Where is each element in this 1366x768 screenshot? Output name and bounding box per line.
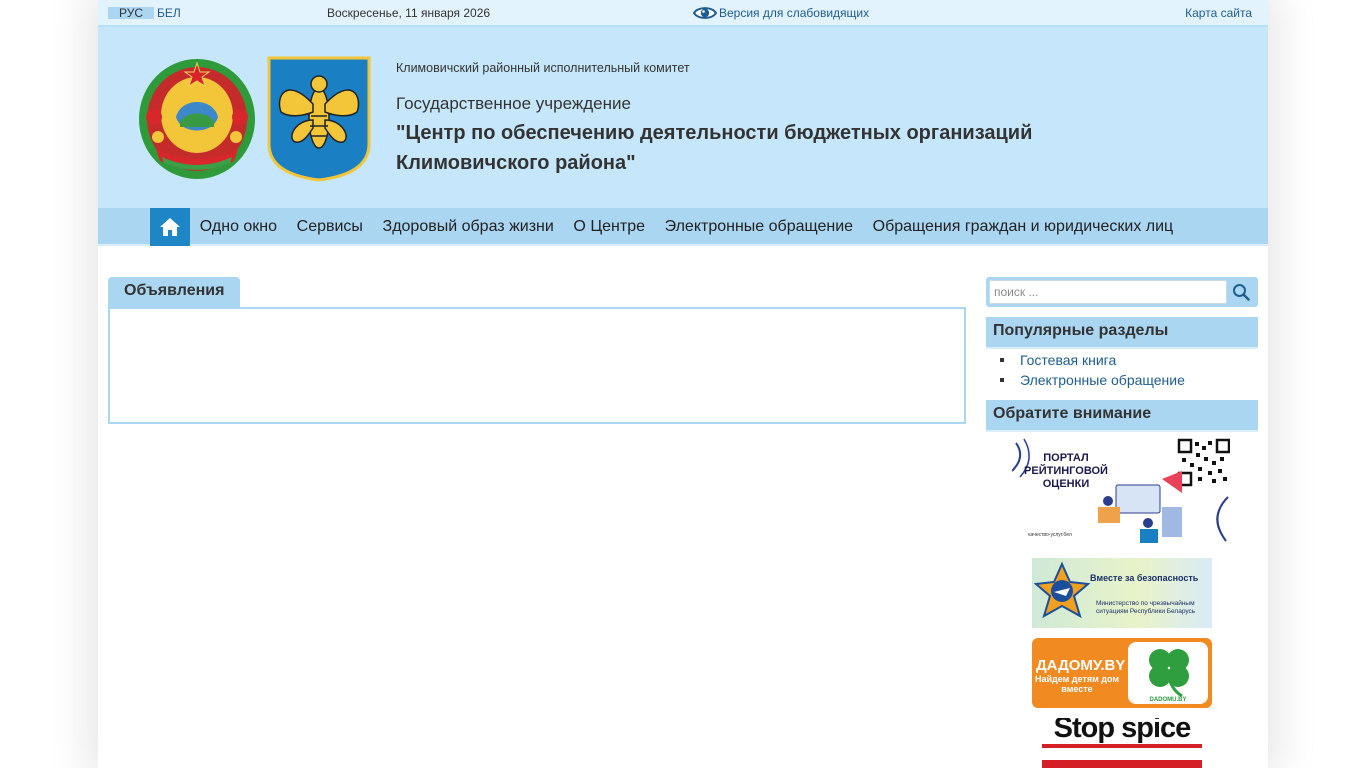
dadomu-logo-text: DADOMU.BY: [1150, 697, 1187, 703]
current-date: Воскресенье, 11 января 2026: [327, 6, 491, 20]
eye-icon: [693, 7, 717, 19]
belarus-emblem-icon: [139, 59, 255, 179]
dadomu-banner[interactable]: ДАДОМУ.BY Найдем детям дом вместе DADOMU…: [1032, 638, 1212, 708]
top-bar: РУС БЕЛ Воскресенье, 11 января 2026 Верс…: [98, 0, 1268, 27]
lang-ru-active[interactable]: РУС: [108, 7, 154, 19]
site-header: Климовичский районный исполнительный ком…: [98, 27, 1268, 208]
rating-line-2: РЕЙТИНГОВОЙ: [1024, 464, 1108, 477]
attention-heading: Обратите внимание: [986, 400, 1258, 432]
nav-item-about-centre[interactable]: О Центре: [564, 208, 655, 246]
stop-spice-banner[interactable]: Stop spice: [1032, 718, 1212, 768]
announcements-tab[interactable]: Объявления: [108, 277, 240, 308]
institution-type-label: Государственное учреждение: [396, 94, 631, 113]
mchs-graphic: Вместе за безопасность Министерство по ч…: [1033, 561, 1199, 619]
mchs-safety-banner[interactable]: Вместе за безопасность Министерство по ч…: [1032, 558, 1212, 628]
nav-items: Одно окно Сервисы Здоровый образ жизни О…: [190, 208, 1183, 246]
stop-spice-graphic: Stop spice: [1034, 718, 1210, 768]
lang-be-link[interactable]: БЕЛ: [157, 7, 181, 19]
search-button[interactable]: [1230, 281, 1252, 303]
mchs-title: Вместе за безопасность: [1090, 573, 1199, 583]
low-vision-label: Версия для слабовидящих: [719, 6, 870, 20]
stop-spice-text: Stop spice: [1053, 718, 1192, 744]
dadomu-subtitle: Найдем детям дом вместе: [1035, 674, 1119, 694]
rating-line-3: ОЦЕНКИ: [1043, 478, 1090, 490]
search-icon: [1233, 284, 1250, 301]
rating-portal-banner[interactable]: ПОРТАЛ РЕЙТИНГОВОЙ ОЦЕНКИ качество-услуг…: [1012, 437, 1230, 545]
nav-item-e-appeals[interactable]: Электронные обращение: [655, 208, 863, 246]
list-item: Электронные обращение: [1000, 370, 1185, 390]
sitemap-link[interactable]: Карта сайта: [1185, 7, 1252, 19]
mchs-subtitle: Министерство по чрезвычайным ситуациям Р…: [1096, 600, 1196, 615]
nav-item-healthy-lifestyle[interactable]: Здоровый образ жизни: [373, 208, 564, 246]
list-item: Гостевая книга: [1000, 350, 1185, 370]
klimovichi-coat-of-arms-icon: [267, 56, 371, 182]
popular-sections-list: Гостевая книга Электронные обращение: [1000, 350, 1185, 390]
guestbook-link[interactable]: Гостевая книга: [1020, 352, 1116, 368]
site-title: "Центр по обеспечению деятельности бюдже…: [396, 122, 1033, 174]
qr-code-icon: [1177, 438, 1230, 487]
executive-committee-label: Климовичский районный исполнительный ком…: [396, 61, 690, 75]
popular-sections-heading: Популярные разделы: [986, 317, 1258, 349]
nav-item-one-window[interactable]: Одно окно: [190, 208, 287, 246]
dadomu-graphic: ДАДОМУ.BY Найдем детям дом вместе DADOMU…: [1035, 642, 1208, 704]
low-vision-link[interactable]: Версия для слабовидящих: [693, 3, 869, 23]
search-box: [986, 277, 1258, 307]
home-button[interactable]: [150, 208, 190, 246]
rating-url: качество-услуг.бел: [1028, 532, 1072, 538]
announcements-panel: [108, 307, 966, 424]
nav-item-citizen-appeals[interactable]: Обращения граждан и юридических лиц: [863, 208, 1183, 246]
nav-item-services[interactable]: Сервисы: [287, 208, 373, 246]
page: РУС БЕЛ Воскресенье, 11 января 2026 Верс…: [98, 0, 1268, 768]
rating-line-1: ПОРТАЛ: [1043, 452, 1088, 464]
main-nav: Одно окно Сервисы Здоровый образ жизни О…: [98, 208, 1268, 246]
home-icon: [160, 218, 180, 236]
dadomu-title: ДАДОМУ.BY: [1036, 657, 1125, 674]
e-appeals-link[interactable]: Электронные обращение: [1020, 372, 1185, 388]
search-input[interactable]: [989, 280, 1227, 304]
rating-portal-graphic: ПОРТАЛ РЕЙТИНГОВОЙ ОЦЕНКИ качество-услуг…: [1012, 438, 1230, 543]
